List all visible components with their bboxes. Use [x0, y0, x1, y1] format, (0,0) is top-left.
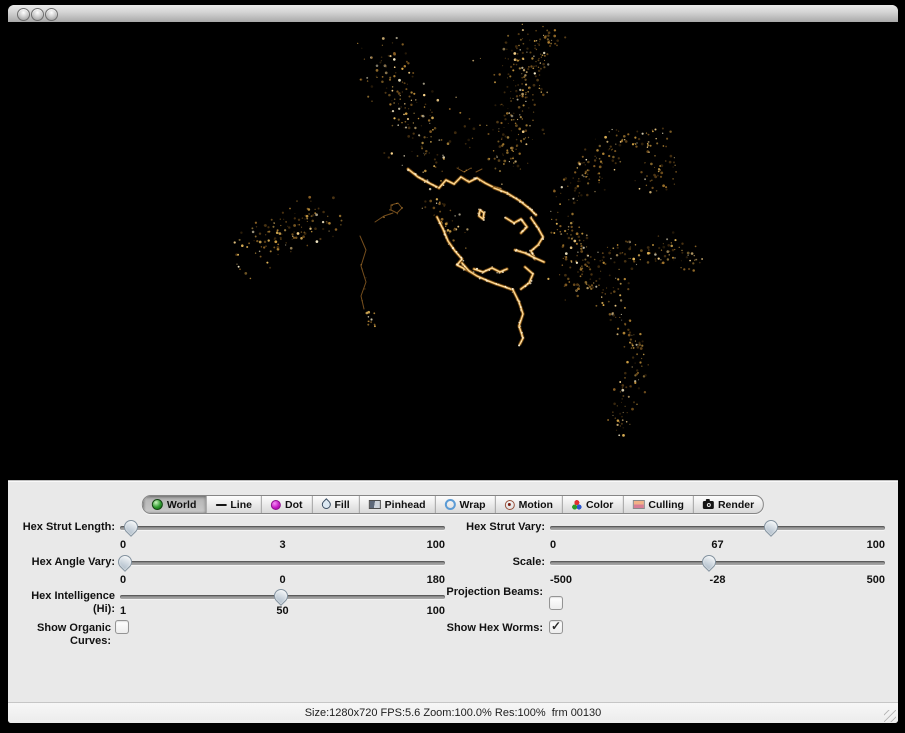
tab-label: Color — [586, 499, 613, 511]
show-hex-worms-checkbox[interactable]: ✓ — [549, 620, 563, 634]
projection-beams-checkbox[interactable] — [549, 596, 563, 610]
tab-world[interactable]: World — [143, 496, 207, 513]
hex-angle-vary-label: Hex Angle Vary: — [8, 556, 115, 569]
slider-max: 100 — [120, 539, 445, 551]
status-bar: Size:1280x720 FPS:5.6 Zoom:100.0% Res:10… — [8, 702, 898, 723]
slider-max: 500 — [550, 574, 885, 586]
tab-label: Motion — [519, 499, 553, 511]
show-hex-worms-label: Show Hex Worms: — [303, 622, 543, 635]
scale-label: Scale: — [303, 556, 545, 569]
tab-label: World — [167, 499, 197, 511]
tab-label: Dot — [285, 499, 303, 511]
tab-label: Culling — [648, 499, 684, 511]
hex-strut-length-label: Hex Strut Length: — [8, 521, 115, 534]
line-icon — [215, 504, 226, 506]
slider-max: 180 — [120, 574, 445, 586]
tab-culling[interactable]: Culling — [623, 496, 694, 513]
zoom-button[interactable] — [45, 8, 58, 21]
ring-icon — [445, 499, 456, 510]
photo-icon — [369, 500, 381, 509]
tab-wrap[interactable]: Wrap — [436, 496, 496, 513]
render-viewport[interactable] — [8, 22, 898, 480]
status-text: Size:1280x720 FPS:5.6 Zoom:100.0% Res:10… — [305, 707, 602, 719]
scale-slider[interactable] — [550, 561, 885, 565]
camera-icon — [703, 501, 714, 509]
resize-grip[interactable] — [884, 710, 896, 722]
globe-icon — [152, 499, 163, 510]
title-bar[interactable] — [8, 5, 898, 23]
slider-max: 100 — [550, 539, 885, 551]
screen-background: World Line Dot Fill Pinhead Wrap — [0, 0, 905, 733]
dot-icon — [271, 500, 281, 510]
droplet-icon — [320, 498, 333, 511]
target-icon — [505, 500, 515, 510]
tab-fill[interactable]: Fill — [312, 496, 359, 513]
hex-strut-vary-slider[interactable] — [550, 526, 885, 530]
tab-motion[interactable]: Motion — [496, 496, 563, 513]
tab-pinhead[interactable]: Pinhead — [360, 496, 436, 513]
tab-label: Pinhead — [385, 499, 426, 511]
app-window: World Line Dot Fill Pinhead Wrap — [8, 5, 898, 723]
mode-tab-bar: World Line Dot Fill Pinhead Wrap — [142, 495, 764, 514]
tab-label: Line — [230, 499, 252, 511]
show-organic-curves-label: Show Organic Curves: — [8, 622, 111, 635]
tab-color[interactable]: Color — [563, 496, 623, 513]
rgb-icon — [572, 500, 582, 510]
image-icon — [632, 500, 644, 509]
hex-strut-vary-label: Hex Strut Vary: — [303, 521, 545, 534]
hex-intelligence-label: Hex Intelligence (Hi): — [8, 590, 115, 603]
slider-max: 100 — [120, 605, 445, 617]
show-organic-curves-checkbox[interactable] — [115, 620, 129, 634]
projection-beams-label: Projection Beams: — [303, 586, 543, 599]
tab-label: Wrap — [460, 499, 486, 511]
tab-dot[interactable]: Dot — [262, 496, 313, 513]
tab-label: Fill — [334, 499, 349, 511]
tab-label: Render — [718, 499, 754, 511]
close-button[interactable] — [17, 8, 30, 21]
tab-render[interactable]: Render — [694, 496, 763, 513]
tab-line[interactable]: Line — [206, 496, 262, 513]
minimize-button[interactable] — [31, 8, 44, 21]
